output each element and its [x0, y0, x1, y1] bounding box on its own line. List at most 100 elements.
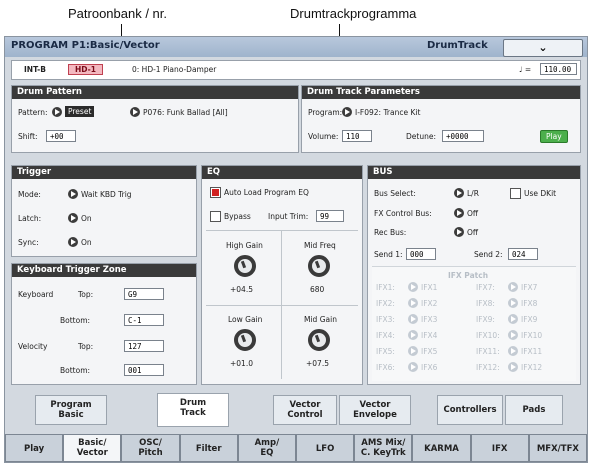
sub-tab-label-line1: Vector: [289, 400, 321, 410]
mode-popup-icon[interactable]: [68, 189, 78, 199]
program-select-bar[interactable]: INT-B HD-1 0: HD-1 Piano-Damper ♩ = 110.…: [11, 60, 581, 80]
main-tab[interactable]: Amp/EQ: [237, 434, 296, 462]
eq-title: EQ: [202, 166, 362, 179]
velocity-bottom-field[interactable]: 001: [124, 364, 164, 376]
sub-tab-label-line1: Vector: [359, 400, 391, 410]
program-number-field[interactable]: HD-1: [68, 64, 103, 75]
ifx-patch-value[interactable]: IFX12: [521, 363, 542, 372]
sub-tab-label-line2: Control: [287, 410, 323, 420]
ifx-patch-value[interactable]: IFX9: [521, 315, 537, 324]
mid-gain-knob[interactable]: [308, 329, 330, 351]
pattern-source-value[interactable]: Preset: [65, 106, 95, 117]
sync-popup-icon[interactable]: [68, 237, 78, 247]
bus-select-value[interactable]: L/R: [467, 189, 479, 198]
sub-tab[interactable]: Pads: [505, 395, 563, 425]
drum-program-value[interactable]: I-F092: Trance Kit: [355, 108, 420, 117]
latch-popup-icon[interactable]: [68, 213, 78, 223]
velocity-top-field[interactable]: 127: [124, 340, 164, 352]
volume-field[interactable]: 110: [342, 130, 372, 142]
ifx-patch-label: IFX8:: [476, 299, 495, 308]
auto-load-eq-checkbox[interactable]: [210, 187, 221, 198]
sub-tab[interactable]: Drum Track: [157, 393, 229, 427]
ifx-patch-value[interactable]: IFX10: [521, 331, 542, 340]
low-gain-label: Low Gain: [228, 315, 263, 324]
bypass-checkbox[interactable]: [210, 211, 221, 222]
detune-field[interactable]: +0000: [442, 130, 484, 142]
low-gain-knob[interactable]: [234, 329, 256, 351]
bus-select-popup-icon[interactable]: [454, 188, 464, 198]
trigger-panel: Trigger Mode: Wait KBD Trig Latch: On Sy…: [11, 165, 197, 257]
velocity-label: Velocity: [18, 342, 48, 351]
pattern-source-popup-icon[interactable]: [52, 107, 62, 117]
ifx-patch-popup-icon[interactable]: [408, 298, 418, 308]
ifx-patch-popup-icon[interactable]: [408, 314, 418, 324]
sub-tab[interactable]: Vector Control: [273, 395, 337, 425]
input-trim-label: Input Trim:: [268, 212, 309, 221]
sub-tab[interactable]: Controllers: [437, 395, 503, 425]
ifx-patch-value[interactable]: IFX2: [421, 299, 437, 308]
ifx-patch-value[interactable]: IFX3: [421, 315, 437, 324]
use-dkit-checkbox[interactable]: [510, 188, 521, 199]
ifx-patch-popup-icon[interactable]: [508, 314, 518, 324]
mid-freq-knob[interactable]: [308, 255, 330, 277]
drum-program-popup-icon[interactable]: [342, 107, 352, 117]
ifx-patch-label: IFX3:: [376, 315, 395, 324]
high-gain-knob[interactable]: [234, 255, 256, 277]
keyboard-bottom-field[interactable]: C-1: [124, 314, 164, 326]
send2-field[interactable]: 024: [508, 248, 538, 260]
ifx-patch-popup-icon[interactable]: [408, 282, 418, 292]
ifx-patch-popup-icon[interactable]: [408, 346, 418, 356]
main-tab[interactable]: Filter: [179, 434, 238, 462]
ifx-patch-value[interactable]: IFX8: [521, 299, 537, 308]
sub-tab-label-line1: Pads: [522, 405, 546, 415]
main-tab[interactable]: Basic/Vector: [63, 434, 122, 462]
main-tab[interactable]: LFO: [296, 434, 355, 462]
send1-field[interactable]: 000: [406, 248, 436, 260]
input-trim-field[interactable]: 99: [316, 210, 344, 222]
ifx-patch-popup-icon[interactable]: [508, 282, 518, 292]
mode-value[interactable]: Wait KBD Trig: [81, 190, 132, 199]
ifx-patch-value[interactable]: IFX5: [421, 347, 437, 356]
callout-pattern-bank: Patroonbank / nr.: [68, 6, 168, 21]
keyboard-bottom-label: Bottom:: [60, 316, 91, 325]
ifx-patch-value[interactable]: IFX7: [521, 283, 537, 292]
main-tab[interactable]: IFX: [470, 434, 529, 462]
rec-bus-popup-icon[interactable]: [454, 227, 464, 237]
page-menu-button[interactable]: ⌄: [503, 39, 583, 57]
ifx-patch-value[interactable]: IFX4: [421, 331, 437, 340]
keyboard-top-field[interactable]: G9: [124, 288, 164, 300]
ifx-patch-popup-icon[interactable]: [508, 346, 518, 356]
rec-bus-value[interactable]: Off: [467, 228, 478, 237]
main-tab[interactable]: AMS Mix/C. KeyTrk: [354, 434, 413, 462]
main-tab[interactable]: KARMA: [412, 434, 471, 462]
main-tab[interactable]: Play: [5, 434, 64, 462]
main-tab-label-line1: Basic/: [78, 438, 107, 448]
main-tab[interactable]: OSC/Pitch: [121, 434, 180, 462]
fx-control-bus-popup-icon[interactable]: [454, 208, 464, 218]
drum-track-params-panel: Drum Track Parameters Program: I-F092: T…: [301, 85, 581, 153]
ifx-patch-value[interactable]: IFX11: [521, 347, 542, 356]
sub-tab[interactable]: Program Basic: [35, 395, 107, 425]
ifx-patch-value[interactable]: IFX6: [421, 363, 437, 372]
main-tab[interactable]: MFX/TFX: [528, 434, 587, 462]
ifx-patch-label: IFX5:: [376, 347, 395, 356]
ifx-patch-popup-icon[interactable]: [508, 298, 518, 308]
fx-control-bus-value[interactable]: Off: [467, 209, 478, 218]
sync-value[interactable]: On: [81, 238, 92, 247]
latch-label: Latch:: [18, 214, 42, 223]
shift-field[interactable]: +00: [46, 130, 76, 142]
sub-tab-label-line2: Envelope: [353, 410, 397, 420]
latch-value[interactable]: On: [81, 214, 92, 223]
ifx-patch-popup-icon[interactable]: [508, 362, 518, 372]
ifx-patch-popup-icon[interactable]: [508, 330, 518, 340]
ifx-patch-value[interactable]: IFX1: [421, 283, 437, 292]
sub-tab[interactable]: Vector Envelope: [339, 395, 411, 425]
pattern-number-value[interactable]: P076: Funk Ballad [All]: [143, 108, 228, 117]
pattern-number-popup-icon[interactable]: [130, 107, 140, 117]
main-tab-label-line2: Vector: [76, 448, 108, 458]
ifx-patch-popup-icon[interactable]: [408, 330, 418, 340]
play-button[interactable]: Play: [540, 130, 568, 143]
tempo-field[interactable]: 110.00: [540, 63, 577, 75]
main-tab-label-line1: AMS Mix/: [361, 438, 406, 448]
ifx-patch-popup-icon[interactable]: [408, 362, 418, 372]
